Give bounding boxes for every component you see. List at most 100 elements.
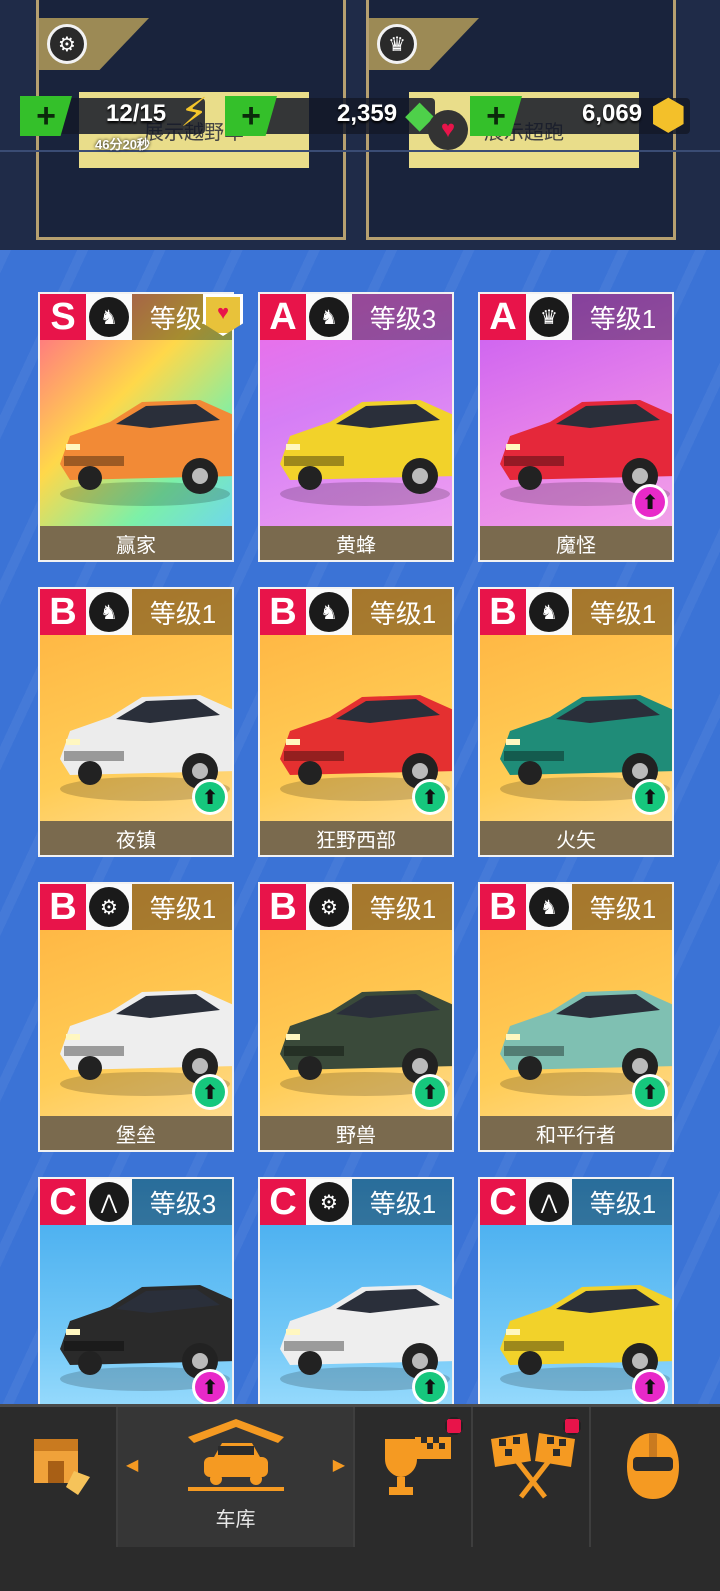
level-label: 等级1 [132,589,232,635]
garage-icon [188,1419,284,1491]
trophy-icon [385,1437,451,1495]
car-card[interactable]: A ♞ 等级3 黄蜂 [258,292,454,562]
crown-icon: ♛ [529,297,569,337]
horse-icon: ♞ [309,297,349,337]
level-label: 等级1 [572,589,672,635]
class-badge: ⚙ [306,1179,352,1225]
shop-icon [34,1439,90,1495]
car-card[interactable]: B ⚙ 等级1 堡垒 ⬆ [38,882,234,1152]
car-name: 火矢 [480,821,672,855]
class-badge: ⚙ [86,884,132,930]
road-icon: ⋀ [89,1182,129,1222]
upgrade-arrow-inner: ⬆ [195,782,225,812]
car-card[interactable]: B ⚙ 等级1 野兽 ⬆ [258,882,454,1152]
car-name: 和平行者 [480,1116,672,1150]
car-card[interactable]: B ♞ 等级1 夜镇 ⬆ [38,587,234,857]
car-name: 黄蜂 [260,526,452,560]
class-badge: ⚙ [306,884,352,930]
car-name: 夜镇 [40,821,232,855]
car-name: 魔怪 [480,526,672,560]
level-label: 等级3 [352,294,452,340]
rank-badge: B [260,884,306,930]
rank-badge: S [40,294,86,340]
upgrade-arrow-inner: ⬆ [635,782,665,812]
car-name: 狂野西部 [260,821,452,855]
rank-badge: A [480,294,526,340]
car-name: 堡垒 [40,1116,232,1150]
car-card[interactable]: B ♞ 等级1 火矢 ⬆ [478,587,674,857]
next-arrow-icon[interactable]: ▶ [333,1455,345,1475]
upgrade-arrow-inner: ⬆ [415,1372,445,1402]
upgrade-arrow-icon[interactable]: ⬆ [632,1074,668,1110]
class-badge: ♞ [526,589,572,635]
nav-garage[interactable]: ◀ ▶ 车库 [118,1407,355,1547]
car-card[interactable]: S ♞ 等级4 赢家 [38,292,234,562]
class-badge: ♞ [306,589,352,635]
car-card[interactable]: B ♞ 等级1 和平行者 ⬆ [478,882,674,1152]
horse-icon: ♞ [89,592,129,632]
car-name: 赢家 [40,526,232,560]
level-label: 等级1 [352,589,452,635]
upgrade-arrow-icon[interactable]: ⬆ [632,779,668,815]
upgrade-arrow-icon[interactable]: ⬆ [632,484,668,520]
upgrade-arrow-inner: ⬆ [635,487,665,517]
upgrade-arrow-icon[interactable]: ⬆ [192,1074,228,1110]
level-label: 等级1 [572,884,672,930]
prev-arrow-icon[interactable]: ◀ [126,1455,138,1475]
upgrade-arrow-inner: ⬆ [415,1077,445,1107]
car-card[interactable]: B ♞ 等级1 狂野西部 ⬆ [258,587,454,857]
nav-shop[interactable] [0,1407,118,1547]
car-image [280,400,452,506]
class-badge: ♛ [526,294,572,340]
car-grid: S ♞ 等级4 赢家 A ♞ 等级3 黄蜂 A ♛ 等级1 魔怪 ⬆ B ♞ 等… [0,0,720,1591]
class-badge: ⋀ [86,1179,132,1225]
level-label: 等级1 [352,1179,452,1225]
rank-badge: B [480,589,526,635]
wheel-icon: ⚙ [89,887,129,927]
upgrade-arrow-icon[interactable]: ⬆ [412,779,448,815]
horse-icon: ♞ [529,887,569,927]
class-badge: ♞ [306,294,352,340]
race-flags-icon [491,1433,575,1499]
horse-icon: ♞ [529,592,569,632]
bottom-nav: ◀ ▶ 车库 [0,1404,720,1591]
nav-profile[interactable] [591,1407,720,1547]
level-label: 等级1 [572,1179,672,1225]
car-name: 野兽 [260,1116,452,1150]
car-image [60,400,232,506]
upgrade-arrow-icon[interactable]: ⬆ [412,1369,448,1405]
nav-race[interactable] [473,1407,591,1547]
wheel-icon: ⚙ [309,1182,349,1222]
class-badge: ♞ [86,589,132,635]
wheel-icon: ⚙ [309,887,349,927]
class-badge: ⋀ [526,1179,572,1225]
garage-label: 车库 [215,1509,256,1531]
class-badge: ♞ [86,294,132,340]
upgrade-arrow-icon[interactable]: ⬆ [632,1369,668,1405]
level-label: 等级3 [132,1179,232,1225]
rank-badge: C [260,1179,306,1225]
class-badge: ♞ [526,884,572,930]
rank-badge: C [480,1179,526,1225]
rank-badge: B [480,884,526,930]
upgrade-arrow-inner: ⬆ [415,782,445,812]
road-icon: ⋀ [529,1182,569,1222]
rank-badge: B [40,884,86,930]
helmet-icon [627,1433,679,1499]
upgrade-arrow-icon[interactable]: ⬆ [192,1369,228,1405]
level-label: 等级1 [132,884,232,930]
upgrade-arrow-inner: ⬆ [635,1372,665,1402]
rank-badge: B [40,589,86,635]
upgrade-arrow-icon[interactable]: ⬆ [412,1074,448,1110]
upgrade-arrow-icon[interactable]: ⬆ [192,779,228,815]
rank-badge: A [260,294,306,340]
level-label: 等级1 [572,294,672,340]
car-card[interactable]: A ♛ 等级1 魔怪 ⬆ [478,292,674,562]
upgrade-arrow-inner: ⬆ [195,1077,225,1107]
nav-trophy[interactable] [355,1407,473,1547]
rank-badge: C [40,1179,86,1225]
horse-icon: ♞ [89,297,129,337]
level-label: 等级1 [352,884,452,930]
horse-icon: ♞ [309,592,349,632]
upgrade-arrow-inner: ⬆ [195,1372,225,1402]
